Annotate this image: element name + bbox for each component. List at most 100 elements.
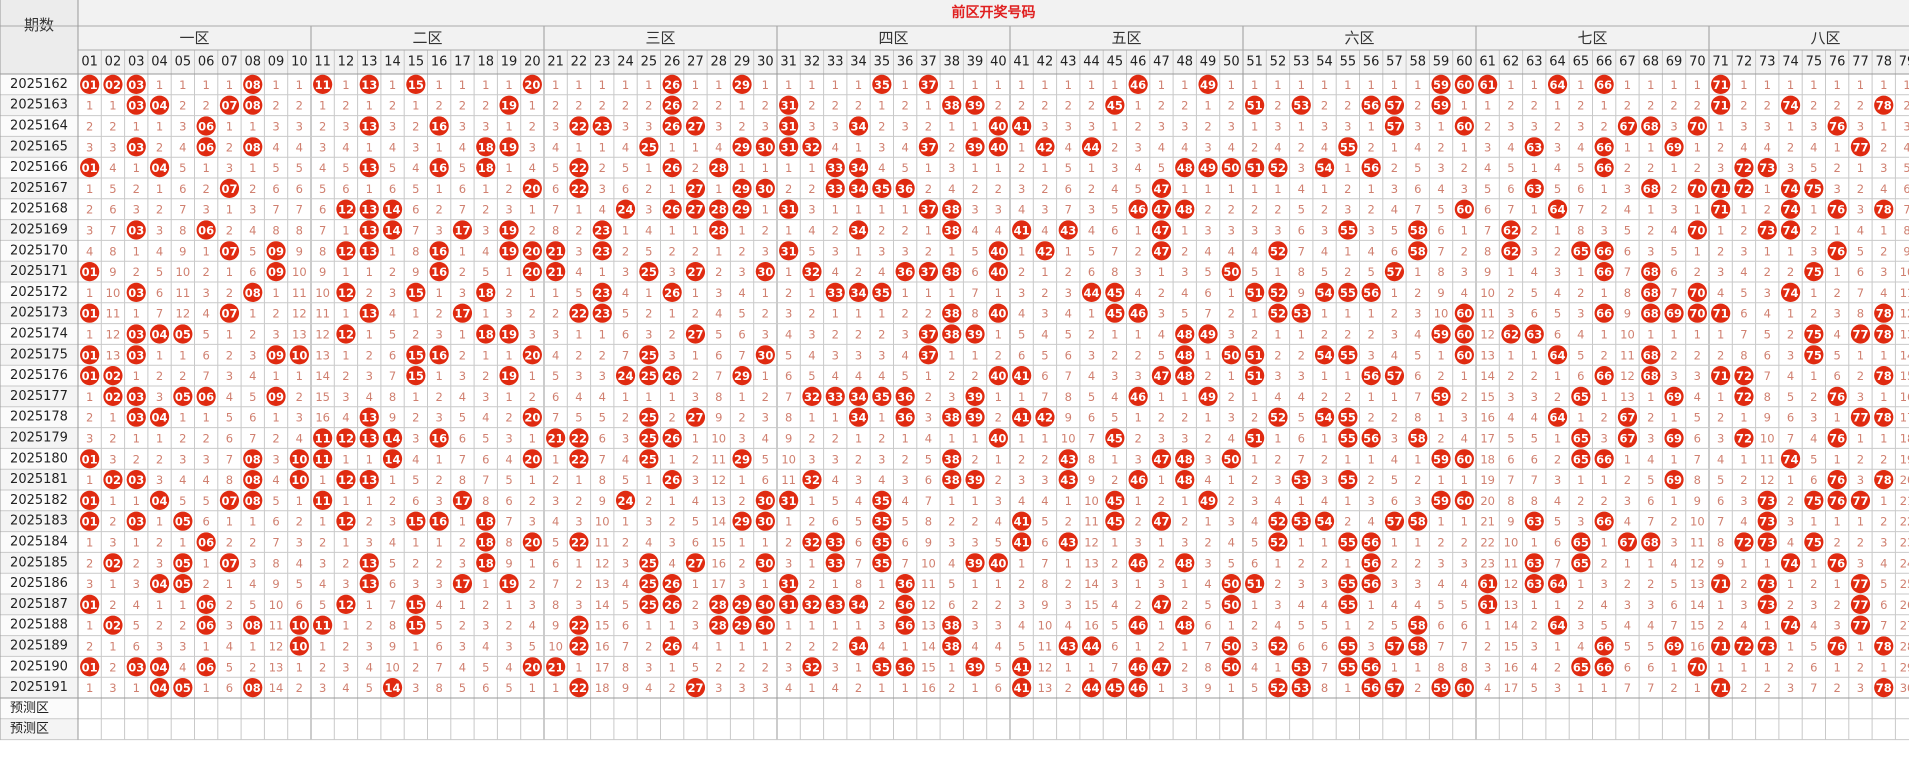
omission-count: 12 <box>1620 369 1635 383</box>
column-number-41: 41 <box>1013 55 1030 70</box>
omission-count: 3 <box>762 120 769 134</box>
omission-count: 1 <box>668 390 675 404</box>
omission-count: 1 <box>1321 182 1328 196</box>
omission-count: 2 <box>1624 161 1631 175</box>
omission-count: 4 <box>1181 286 1188 300</box>
omission-count: 2 <box>1647 224 1654 238</box>
omission-count: 2 <box>249 328 256 342</box>
omission-count: 1 <box>1740 411 1747 425</box>
omission-count: 5 <box>901 369 908 383</box>
drawn-number: 15 <box>408 598 424 612</box>
omission-count: 1 <box>1461 224 1468 238</box>
omission-count: 5 <box>1740 286 1747 300</box>
omission-count: 2 <box>1251 203 1258 217</box>
omission-count: 3 <box>971 536 978 550</box>
omission-count: 2 <box>1344 99 1351 113</box>
omission-count: 16 <box>1084 619 1099 633</box>
drawn-number: 53 <box>1293 473 1309 487</box>
omission-count: 4 <box>1461 432 1468 446</box>
omission-count: 2 <box>1880 515 1887 529</box>
drawn-number: 48 <box>1177 556 1193 570</box>
omission-count: 2 <box>202 265 209 279</box>
omission-count: 6 <box>1437 619 1444 633</box>
omission-count: 1 <box>1204 182 1211 196</box>
omission-count: 2 <box>971 369 978 383</box>
drawn-number: 14 <box>385 203 401 217</box>
omission-count: 1 <box>738 224 745 238</box>
drawn-number: 66 <box>1596 640 1612 654</box>
omission-count: 1 <box>1880 224 1887 238</box>
drawn-number: 64 <box>1550 203 1566 217</box>
omission-count: 1 <box>1437 473 1444 487</box>
omission-count: 7 <box>1041 390 1048 404</box>
omission-count: 3 <box>762 411 769 425</box>
drawn-number: 45 <box>1107 307 1123 321</box>
omission-count: 9 <box>1903 244 1909 258</box>
omission-count: 15 <box>315 390 330 404</box>
omission-count: 3 <box>319 681 326 695</box>
omission-count: 1 <box>1391 536 1398 550</box>
column-number-13: 13 <box>361 55 378 70</box>
drawn-number: 14 <box>385 224 401 238</box>
omission-count: 2 <box>1833 536 1840 550</box>
drawn-number: 63 <box>1526 556 1542 570</box>
drawn-number: 19 <box>501 99 517 113</box>
omission-count: 23 <box>1900 536 1909 550</box>
omission-count: 2 <box>1041 182 1048 196</box>
omission-count: 5 <box>435 619 442 633</box>
omission-count: 7 <box>389 369 396 383</box>
omission-count: 2 <box>389 99 396 113</box>
omission-count: 10 <box>1084 494 1099 508</box>
drawn-number: 03 <box>128 660 144 674</box>
omission-count: 4 <box>1670 224 1677 238</box>
omission-count: 1 <box>1810 369 1817 383</box>
omission-count: 3 <box>1391 328 1398 342</box>
drawn-number: 44 <box>1084 640 1100 654</box>
drawn-number: 09 <box>268 244 284 258</box>
omission-count: 1 <box>109 640 116 654</box>
omission-count: 7 <box>1414 390 1421 404</box>
omission-count: 1 <box>179 348 186 362</box>
omission-count: 4 <box>389 536 396 550</box>
drawn-number: 34 <box>851 640 867 654</box>
drawn-number: 29 <box>734 140 750 154</box>
omission-count: 7 <box>925 494 932 508</box>
period-column-header: 期数 <box>24 16 54 34</box>
omission-count: 4 <box>878 265 885 279</box>
drawn-number: 08 <box>245 99 261 113</box>
omission-count: 1 <box>1600 473 1607 487</box>
drawn-number: 06 <box>198 390 214 404</box>
omission-count: 18 <box>1480 452 1495 466</box>
omission-count: 3 <box>109 452 116 466</box>
omission-count: 6 <box>1321 640 1328 654</box>
omission-count: 2 <box>855 681 862 695</box>
omission-count: 1 <box>342 619 349 633</box>
column-number-61: 61 <box>1479 55 1496 70</box>
omission-count: 14 <box>1900 348 1909 362</box>
omission-count: 4 <box>878 640 885 654</box>
omission-count: 3 <box>692 619 699 633</box>
omission-count: 4 <box>622 577 629 591</box>
drawn-number: 33 <box>827 556 843 570</box>
omission-count: 1 <box>855 78 862 92</box>
omission-count: 1 <box>1787 244 1794 258</box>
omission-count: 4 <box>1833 328 1840 342</box>
drawn-number: 62 <box>1503 224 1519 238</box>
omission-count: 3 <box>1414 577 1421 591</box>
omission-count: 1 <box>925 161 932 175</box>
omission-count: 1 <box>435 286 442 300</box>
drawn-number: 02 <box>105 619 121 633</box>
omission-count: 3 <box>1367 224 1374 238</box>
omission-count: 1 <box>622 224 629 238</box>
omission-count: 3 <box>1857 203 1864 217</box>
omission-count: 5 <box>226 660 233 674</box>
omission-count: 3 <box>1228 120 1235 134</box>
omission-count: 1 <box>1134 411 1141 425</box>
omission-count: 1 <box>1577 411 1584 425</box>
omission-count: 6 <box>389 182 396 196</box>
omission-count: 1 <box>622 390 629 404</box>
column-number-14: 14 <box>384 55 401 70</box>
omission-count: 1 <box>1531 348 1538 362</box>
column-number-17: 17 <box>454 55 471 70</box>
omission-count: 2 <box>738 411 745 425</box>
